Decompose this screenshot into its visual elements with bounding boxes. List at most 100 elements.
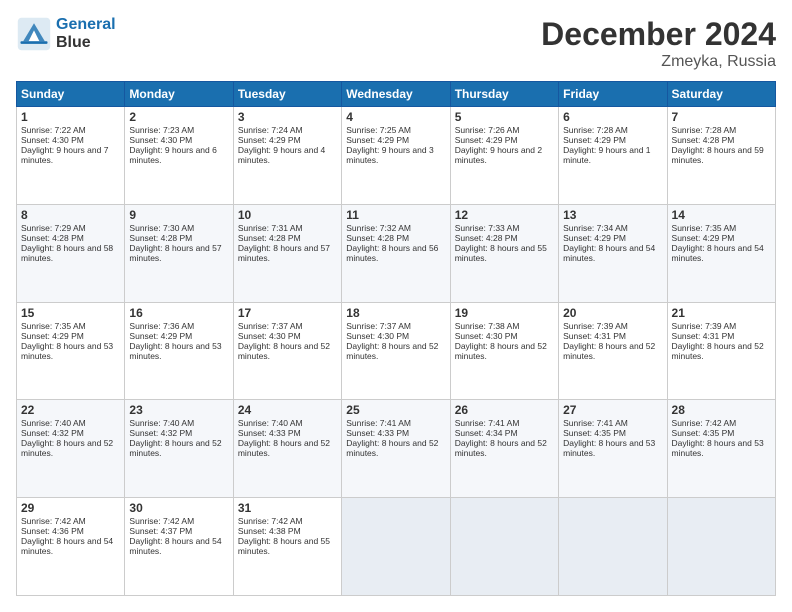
calendar-cell: 5 Sunrise: 7:26 AM Sunset: 4:29 PM Dayli… (450, 107, 558, 205)
sunset-label: Sunset: 4:31 PM (672, 331, 735, 341)
calendar-cell: 12 Sunrise: 7:33 AM Sunset: 4:28 PM Dayl… (450, 204, 558, 302)
calendar-header-row: SundayMondayTuesdayWednesdayThursdayFrid… (17, 82, 776, 107)
sunrise-label: Sunrise: 7:41 AM (563, 418, 628, 428)
day-number: 24 (238, 403, 337, 417)
sunrise-label: Sunrise: 7:38 AM (455, 321, 520, 331)
calendar-header-monday: Monday (125, 82, 233, 107)
daylight-label: Daylight: 8 hours and 53 minutes. (672, 438, 764, 458)
sunrise-label: Sunrise: 7:24 AM (238, 125, 303, 135)
sunrise-label: Sunrise: 7:30 AM (129, 223, 194, 233)
sunset-label: Sunset: 4:29 PM (21, 331, 84, 341)
calendar-cell: 29 Sunrise: 7:42 AM Sunset: 4:36 PM Dayl… (17, 498, 125, 596)
calendar-cell: 7 Sunrise: 7:28 AM Sunset: 4:28 PM Dayli… (667, 107, 775, 205)
title-block: December 2024 Zmeyka, Russia (541, 16, 776, 71)
calendar-cell: 28 Sunrise: 7:42 AM Sunset: 4:35 PM Dayl… (667, 400, 775, 498)
sunset-label: Sunset: 4:30 PM (238, 331, 301, 341)
day-number: 21 (672, 306, 771, 320)
daylight-label: Daylight: 8 hours and 52 minutes. (672, 341, 764, 361)
day-number: 28 (672, 403, 771, 417)
sunrise-label: Sunrise: 7:42 AM (238, 516, 303, 526)
daylight-label: Daylight: 8 hours and 58 minutes. (21, 243, 113, 263)
calendar-header-wednesday: Wednesday (342, 82, 450, 107)
daylight-label: Daylight: 8 hours and 53 minutes. (129, 341, 221, 361)
sunrise-label: Sunrise: 7:26 AM (455, 125, 520, 135)
calendar-table: SundayMondayTuesdayWednesdayThursdayFrid… (16, 81, 776, 596)
daylight-label: Daylight: 8 hours and 54 minutes. (672, 243, 764, 263)
calendar-header-sunday: Sunday (17, 82, 125, 107)
calendar-cell: 15 Sunrise: 7:35 AM Sunset: 4:29 PM Dayl… (17, 302, 125, 400)
day-number: 22 (21, 403, 120, 417)
day-number: 25 (346, 403, 445, 417)
daylight-label: Daylight: 9 hours and 2 minutes. (455, 145, 542, 165)
sunset-label: Sunset: 4:29 PM (563, 135, 626, 145)
day-number: 13 (563, 208, 662, 222)
sunrise-label: Sunrise: 7:35 AM (672, 223, 737, 233)
calendar-week-4: 22 Sunrise: 7:40 AM Sunset: 4:32 PM Dayl… (17, 400, 776, 498)
day-number: 15 (21, 306, 120, 320)
month-title: December 2024 (541, 16, 776, 53)
sunset-label: Sunset: 4:28 PM (346, 233, 409, 243)
day-number: 3 (238, 110, 337, 124)
calendar-cell: 22 Sunrise: 7:40 AM Sunset: 4:32 PM Dayl… (17, 400, 125, 498)
sunrise-label: Sunrise: 7:28 AM (563, 125, 628, 135)
day-number: 5 (455, 110, 554, 124)
calendar-cell (559, 498, 667, 596)
daylight-label: Daylight: 8 hours and 54 minutes. (129, 536, 221, 556)
day-number: 17 (238, 306, 337, 320)
day-number: 8 (21, 208, 120, 222)
daylight-label: Daylight: 9 hours and 4 minutes. (238, 145, 325, 165)
calendar-cell: 19 Sunrise: 7:38 AM Sunset: 4:30 PM Dayl… (450, 302, 558, 400)
calendar-cell: 30 Sunrise: 7:42 AM Sunset: 4:37 PM Dayl… (125, 498, 233, 596)
sunset-label: Sunset: 4:28 PM (129, 233, 192, 243)
calendar-header-friday: Friday (559, 82, 667, 107)
calendar-cell: 25 Sunrise: 7:41 AM Sunset: 4:33 PM Dayl… (342, 400, 450, 498)
sunset-label: Sunset: 4:30 PM (21, 135, 84, 145)
daylight-label: Daylight: 8 hours and 57 minutes. (129, 243, 221, 263)
sunrise-label: Sunrise: 7:35 AM (21, 321, 86, 331)
daylight-label: Daylight: 8 hours and 53 minutes. (563, 438, 655, 458)
calendar-cell: 16 Sunrise: 7:36 AM Sunset: 4:29 PM Dayl… (125, 302, 233, 400)
sunset-label: Sunset: 4:29 PM (563, 233, 626, 243)
day-number: 27 (563, 403, 662, 417)
sunrise-label: Sunrise: 7:39 AM (672, 321, 737, 331)
daylight-label: Daylight: 8 hours and 52 minutes. (21, 438, 113, 458)
calendar-cell: 26 Sunrise: 7:41 AM Sunset: 4:34 PM Dayl… (450, 400, 558, 498)
daylight-label: Daylight: 8 hours and 52 minutes. (238, 438, 330, 458)
calendar-cell: 6 Sunrise: 7:28 AM Sunset: 4:29 PM Dayli… (559, 107, 667, 205)
day-number: 19 (455, 306, 554, 320)
calendar-cell: 13 Sunrise: 7:34 AM Sunset: 4:29 PM Dayl… (559, 204, 667, 302)
daylight-label: Daylight: 8 hours and 54 minutes. (21, 536, 113, 556)
daylight-label: Daylight: 8 hours and 53 minutes. (21, 341, 113, 361)
day-number: 11 (346, 208, 445, 222)
daylight-label: Daylight: 8 hours and 57 minutes. (238, 243, 330, 263)
sunrise-label: Sunrise: 7:42 AM (129, 516, 194, 526)
daylight-label: Daylight: 8 hours and 55 minutes. (455, 243, 547, 263)
day-number: 10 (238, 208, 337, 222)
calendar-cell: 24 Sunrise: 7:40 AM Sunset: 4:33 PM Dayl… (233, 400, 341, 498)
calendar-cell: 14 Sunrise: 7:35 AM Sunset: 4:29 PM Dayl… (667, 204, 775, 302)
day-number: 30 (129, 501, 228, 515)
calendar-cell: 4 Sunrise: 7:25 AM Sunset: 4:29 PM Dayli… (342, 107, 450, 205)
daylight-label: Daylight: 8 hours and 52 minutes. (563, 341, 655, 361)
calendar-cell: 20 Sunrise: 7:39 AM Sunset: 4:31 PM Dayl… (559, 302, 667, 400)
sunrise-label: Sunrise: 7:40 AM (129, 418, 194, 428)
page: General Blue December 2024 Zmeyka, Russi… (0, 0, 792, 612)
day-number: 16 (129, 306, 228, 320)
sunset-label: Sunset: 4:33 PM (346, 428, 409, 438)
sunset-label: Sunset: 4:28 PM (21, 233, 84, 243)
sunset-label: Sunset: 4:30 PM (346, 331, 409, 341)
daylight-label: Daylight: 9 hours and 3 minutes. (346, 145, 433, 165)
daylight-label: Daylight: 8 hours and 52 minutes. (129, 438, 221, 458)
calendar-week-1: 1 Sunrise: 7:22 AM Sunset: 4:30 PM Dayli… (17, 107, 776, 205)
calendar-cell: 17 Sunrise: 7:37 AM Sunset: 4:30 PM Dayl… (233, 302, 341, 400)
location: Zmeyka, Russia (541, 53, 776, 71)
header: General Blue December 2024 Zmeyka, Russi… (16, 16, 776, 71)
sunrise-label: Sunrise: 7:39 AM (563, 321, 628, 331)
sunrise-label: Sunrise: 7:40 AM (21, 418, 86, 428)
sunset-label: Sunset: 4:33 PM (238, 428, 301, 438)
day-number: 31 (238, 501, 337, 515)
calendar-cell: 18 Sunrise: 7:37 AM Sunset: 4:30 PM Dayl… (342, 302, 450, 400)
sunrise-label: Sunrise: 7:23 AM (129, 125, 194, 135)
day-number: 18 (346, 306, 445, 320)
calendar-header-saturday: Saturday (667, 82, 775, 107)
